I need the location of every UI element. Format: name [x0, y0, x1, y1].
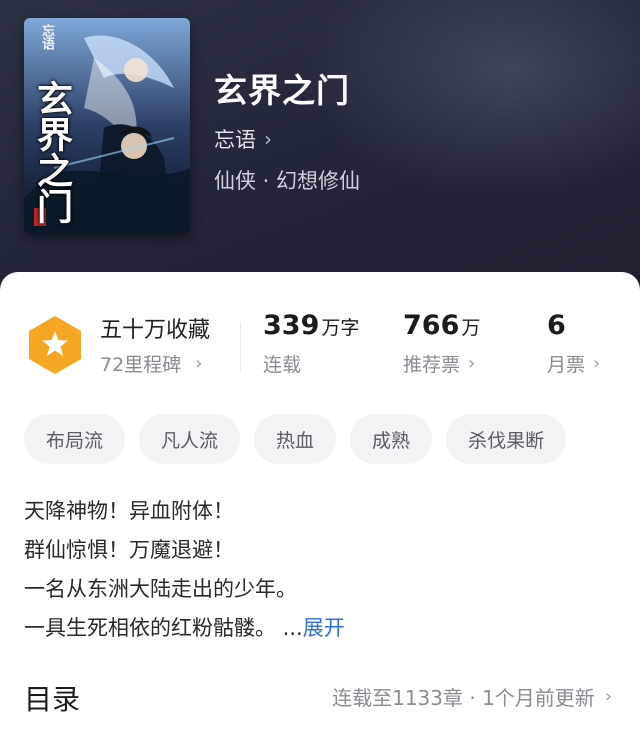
tag-chip[interactable]: 布局流 [24, 414, 126, 464]
ellipsis: ... [276, 616, 303, 640]
expand-button[interactable]: 展开 [303, 616, 345, 640]
tag-list: 布局流 凡人流 热血 成熟 杀伐果断 [24, 414, 580, 464]
tag-chip[interactable]: 凡人流 [139, 414, 241, 464]
chevron-right-icon: › [604, 686, 612, 707]
book-description: 天降神物！异血附体！ 群仙惊惧！万魔退避！ 一名从东洲大陆走出的少年。 一具生死… [24, 492, 624, 648]
stats-row: 五十万收藏 72里程碑 › 339 万字 连载 766 万 推荐票 › 6 月票… [0, 292, 640, 382]
recommend-number: 766 [403, 310, 460, 341]
collection-count: 五十万收藏 [100, 318, 211, 343]
book-header: 忘语 玄界之门 玄界之门 忘语 › 仙侠 · 幻想修仙 [0, 0, 640, 300]
recommend-label: 推荐票 [403, 354, 461, 376]
word-count-number: 339 [263, 310, 320, 341]
tag-chip[interactable]: 成熟 [350, 414, 433, 464]
serial-status: 连载 [263, 354, 302, 376]
toc-update-info: 连载至1133章 · 1个月前更新 › [332, 682, 612, 711]
description-line: 天降神物！异血附体！ [24, 499, 234, 523]
monthly-label: 月票 [547, 354, 586, 376]
recommend-ticket-stat[interactable]: 766 万 推荐票 › [403, 310, 480, 377]
chevron-right-icon: › [593, 353, 601, 374]
toc-title: 目录 [24, 683, 81, 716]
monthly-number: 6 [547, 310, 566, 341]
word-count-unit: 万字 [321, 317, 360, 339]
description-last-line: 一具生死相依的红粉骷髅。 ...展开 [24, 609, 624, 648]
word-count-stat: 339 万字 连载 [263, 310, 359, 377]
recommend-unit: 万 [461, 317, 481, 339]
book-title: 玄界之门 [214, 71, 350, 110]
author-link[interactable]: 忘语 › [214, 124, 272, 154]
toc-info-text: 连载至1133章 · 1个月前更新 [332, 686, 595, 710]
description-line: 一名从东洲大陆走出的少年。 [24, 577, 297, 601]
description-line: 群仙惊惧！万魔退避！ [24, 538, 234, 562]
cover-title-text: 玄界之门 [31, 80, 73, 224]
table-of-contents-row[interactable]: 目录 连载至1133章 · 1个月前更新 › [0, 672, 640, 722]
book-detail-sheet: 五十万收藏 72里程碑 › 339 万字 连载 766 万 推荐票 › 6 月票… [0, 272, 640, 739]
tag-chip[interactable]: 热血 [254, 414, 337, 464]
milestone-link[interactable]: 72里程碑 › [100, 350, 202, 377]
author-name: 忘语 [214, 128, 256, 152]
milestone-label: 72里程碑 [100, 354, 182, 376]
chevron-right-icon: › [195, 353, 203, 374]
book-cover[interactable]: 忘语 玄界之门 [24, 18, 190, 234]
genre-label: 仙侠 · 幻想修仙 [214, 169, 361, 193]
tag-chip[interactable]: 杀伐果断 [446, 414, 567, 464]
chevron-right-icon: › [264, 127, 272, 151]
stats-divider [240, 322, 241, 372]
cover-author-text: 忘语 [39, 24, 54, 50]
star-hexagon-icon [29, 316, 81, 374]
description-line: 一具生死相依的红粉骷髅。 [24, 616, 276, 640]
monthly-ticket-stat[interactable]: 6 月票 › [547, 310, 600, 377]
chevron-right-icon: › [468, 353, 476, 374]
